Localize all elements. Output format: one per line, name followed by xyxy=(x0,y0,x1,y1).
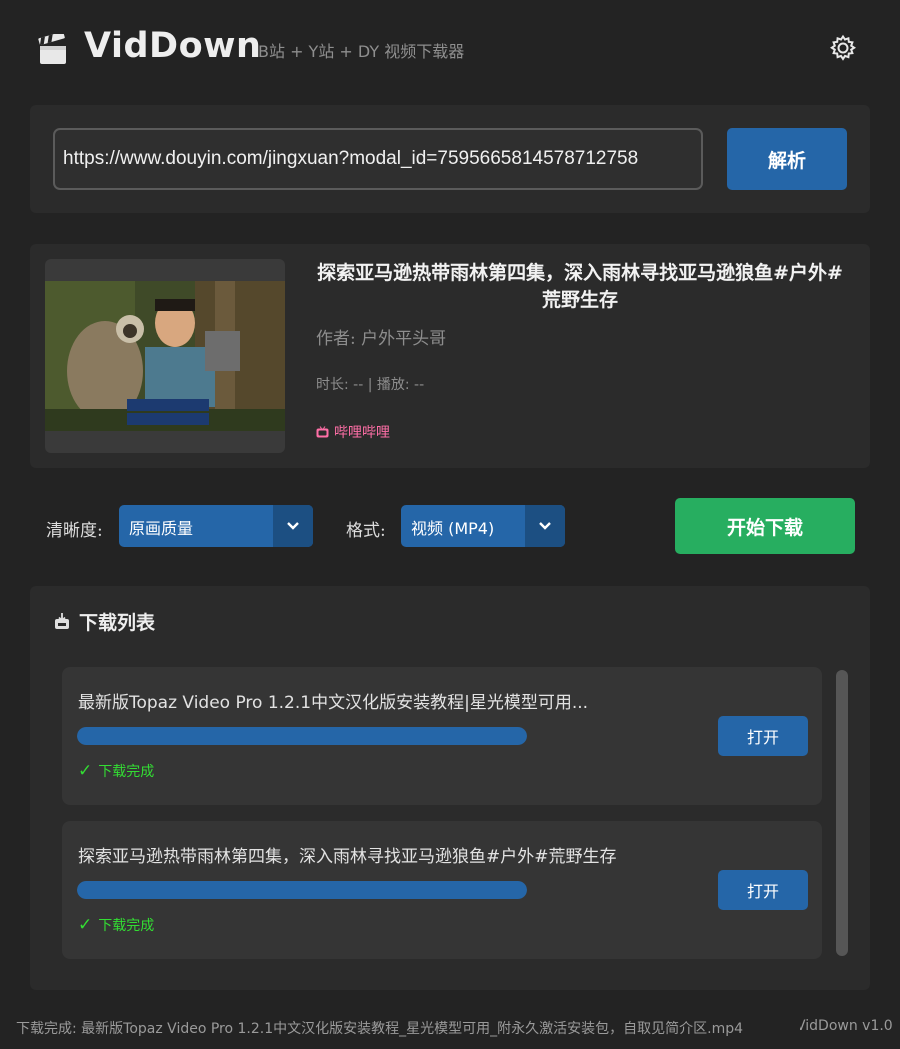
video-source-label: 哔哩哔哩 xyxy=(334,425,390,441)
app-title: VidDown xyxy=(84,26,262,66)
download-progress-fill xyxy=(77,881,527,899)
start-download-button[interactable]: 开始下载 xyxy=(675,498,855,554)
format-select[interactable]: 视频 (MP4) xyxy=(401,505,565,547)
clapperboard-icon xyxy=(38,34,66,64)
status-bar: 下载完成: 最新版Topaz Video Pro 1.2.1中文汉化版安装教程_… xyxy=(0,1004,900,1049)
chevron-down-icon xyxy=(539,522,551,530)
thumbnail-image xyxy=(45,281,285,431)
download-item: 探索亚马逊热带雨林第四集，深入雨林寻找亚马逊狼鱼#户外#荒野生存 ✓ 下载完成 … xyxy=(62,821,822,959)
open-file-button[interactable]: 打开 xyxy=(718,716,808,756)
chevron-down-icon xyxy=(287,522,299,530)
download-item: 最新版Topaz Video Pro 1.2.1中文汉化版安装教程|星光模型可用… xyxy=(62,667,822,805)
open-file-button[interactable]: 打开 xyxy=(718,870,808,910)
quality-select[interactable]: 原画质量 xyxy=(119,505,313,547)
quality-select-value: 原画质量 xyxy=(129,519,194,538)
download-list-scrollbar[interactable] xyxy=(836,670,848,956)
download-progress-bar xyxy=(77,881,527,899)
video-meta: 时长: -- | 播放: -- xyxy=(316,377,425,393)
version-label: VidDown v1.0 xyxy=(800,1018,893,1034)
video-title: 探索亚马逊热带雨林第四集，深入雨林寻找亚马逊狼鱼#户外#荒野生存 xyxy=(317,262,843,311)
video-source: 哔哩哔哩 xyxy=(316,422,390,442)
status-message: 下载完成: 最新版Topaz Video Pro 1.2.1中文汉化版安装教程_… xyxy=(16,1021,744,1037)
tv-icon xyxy=(316,426,329,438)
video-author: 作者: 户外平头哥 xyxy=(316,329,447,349)
video-info-panel: 探索亚马逊热带雨林第四集，深入雨林寻找亚马逊狼鱼#户外#荒野生存 作者: 户外平… xyxy=(30,244,870,468)
inbox-download-icon xyxy=(55,613,69,629)
format-select-arrow[interactable] xyxy=(525,505,565,547)
download-status: ✓ 下载完成 xyxy=(78,915,154,935)
gear-icon[interactable] xyxy=(829,34,857,62)
download-status-text: 下载完成 xyxy=(98,764,155,780)
download-status: ✓ 下载完成 xyxy=(78,761,154,781)
quality-select-arrow[interactable] xyxy=(273,505,313,547)
download-item-title: 探索亚马逊热带雨林第四集，深入雨林寻找亚马逊狼鱼#户外#荒野生存 xyxy=(78,847,617,867)
quality-label: 清晰度: xyxy=(46,521,103,541)
download-progress-fill xyxy=(77,727,527,745)
download-item-title: 最新版Topaz Video Pro 1.2.1中文汉化版安装教程|星光模型可用… xyxy=(78,693,589,713)
video-thumbnail xyxy=(45,259,285,453)
download-list-header: 下载列表 xyxy=(54,608,155,635)
download-list-panel: 下载列表 最新版Topaz Video Pro 1.2.1中文汉化版安装教程|星… xyxy=(30,586,870,990)
header: VidDown B站 + Y站 + DY 视频下载器 xyxy=(0,0,900,96)
download-list-title: 下载列表 xyxy=(79,612,156,634)
format-select-value: 视频 (MP4) xyxy=(411,519,495,538)
check-icon: ✓ xyxy=(78,915,93,935)
app-subtitle: B站 + Y站 + DY 视频下载器 xyxy=(258,42,465,61)
app-window: VidDown B站 + Y站 + DY 视频下载器 解析 xyxy=(0,0,900,1049)
url-panel: 解析 xyxy=(30,105,870,213)
parse-button[interactable]: 解析 xyxy=(727,128,847,190)
download-progress-bar xyxy=(77,727,527,745)
download-status-text: 下载完成 xyxy=(98,918,155,934)
format-label: 格式: xyxy=(346,521,386,541)
check-icon: ✓ xyxy=(78,761,93,781)
version-label-container: VidDown v1.0 xyxy=(800,1018,900,1034)
url-input[interactable] xyxy=(53,128,703,190)
